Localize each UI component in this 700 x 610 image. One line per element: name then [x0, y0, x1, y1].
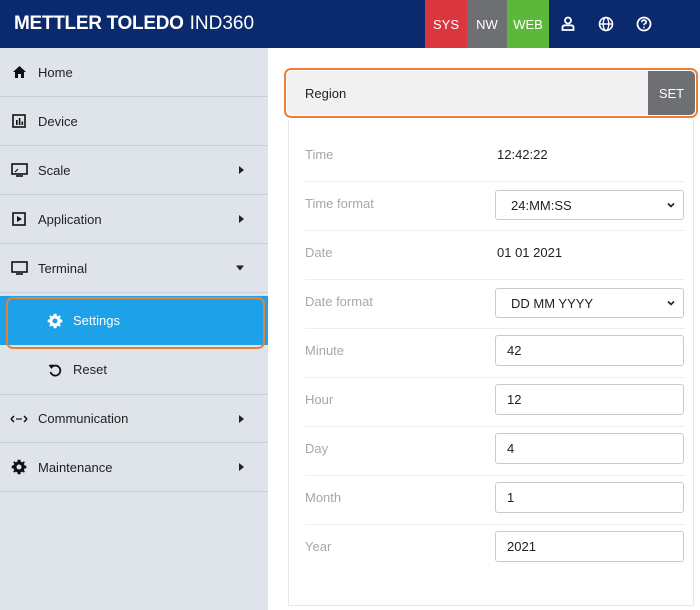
sidebar-item-application[interactable]: Application	[0, 195, 268, 244]
gear-icon	[47, 313, 63, 329]
sidebar-item-scale[interactable]: Scale	[0, 146, 268, 195]
user-icon	[561, 16, 575, 31]
time-format-row: Time format 24:MM:SS	[305, 182, 685, 231]
device-chart-icon	[10, 112, 28, 130]
sidebar-subitem-reset[interactable]: Reset	[0, 345, 268, 394]
year-row: Year 2021	[305, 525, 685, 574]
minute-row: Minute 42	[305, 329, 685, 378]
chevron-down-icon	[236, 265, 244, 271]
sidebar-item-label: Reset	[73, 362, 107, 377]
user-button[interactable]	[549, 0, 587, 48]
month-label: Month	[305, 490, 342, 505]
sidebar-item-label: Home	[38, 64, 73, 80]
terminal-monitor-icon	[10, 259, 28, 277]
region-settings-panel: Time 12:42:22 Time format 24:MM:SS Date …	[288, 120, 694, 606]
home-icon	[10, 63, 28, 81]
top-header-bar: METTLER TOLEDO IND360 SYS NW WEB	[0, 0, 700, 48]
date-format-select[interactable]: DD MM YYYY	[495, 288, 684, 318]
date-value: 01 01 2021	[497, 245, 563, 260]
time-row: Time 12:42:22	[305, 133, 685, 182]
chevron-right-icon	[239, 166, 244, 174]
time-format-label: Time format	[305, 196, 374, 211]
sidebar: Home Device Scale Application Terminal S…	[0, 48, 268, 610]
minute-label: Minute	[305, 343, 345, 358]
set-button[interactable]: SET	[648, 71, 695, 115]
region-section-header: Region SET	[287, 71, 695, 115]
day-input[interactable]: 4	[495, 433, 684, 464]
chevron-right-icon	[239, 215, 244, 223]
sidebar-item-label: Terminal	[38, 260, 88, 276]
sidebar-item-device[interactable]: Device	[0, 97, 268, 146]
sidebar-item-communication[interactable]: Communication	[0, 394, 268, 443]
help-button[interactable]	[625, 0, 663, 48]
sidebar-item-label: Settings	[73, 313, 120, 328]
application-play-icon	[10, 210, 28, 228]
day-row: Day 4	[305, 427, 685, 476]
sidebar-item-maintenance[interactable]: Maintenance	[0, 443, 268, 492]
minute-input[interactable]: 42	[495, 335, 684, 366]
time-format-select[interactable]: 24:MM:SS	[495, 190, 684, 220]
brand: METTLER TOLEDO IND360	[0, 0, 425, 48]
month-row: Month 1	[305, 476, 685, 525]
sidebar-item-label: Application	[38, 211, 102, 227]
sys-button[interactable]: SYS	[425, 0, 467, 48]
help-icon	[636, 16, 652, 32]
sidebar-item-label: Scale	[38, 162, 71, 178]
date-row: Date 01 01 2021	[305, 231, 685, 280]
date-label: Date	[305, 245, 333, 260]
sidebar-item-label: Communication	[38, 411, 129, 426]
time-label: Time	[305, 147, 334, 162]
web-button[interactable]: WEB	[507, 0, 549, 48]
date-format-value: DD MM YYYY	[511, 295, 594, 311]
time-format-value: 24:MM:SS	[511, 197, 572, 213]
language-button[interactable]	[587, 0, 625, 48]
date-format-row: Date format DD MM YYYY	[305, 280, 685, 329]
sidebar-subitem-settings[interactable]: Settings	[0, 296, 268, 345]
year-input[interactable]: 2021	[495, 531, 684, 562]
date-format-label: Date format	[305, 294, 373, 309]
hour-input[interactable]: 12	[495, 384, 684, 415]
sidebar-item-home[interactable]: Home	[0, 48, 268, 97]
year-label: Year	[305, 539, 332, 554]
globe-icon	[598, 16, 614, 32]
sidebar-item-terminal[interactable]: Terminal	[0, 244, 268, 293]
communication-arrows-icon	[10, 410, 28, 428]
brand-logo: METTLER TOLEDO	[14, 13, 184, 34]
sidebar-item-label: Device	[38, 113, 78, 129]
month-input[interactable]: 1	[495, 482, 684, 513]
device-model: IND360	[189, 13, 255, 34]
day-label: Day	[305, 441, 329, 456]
sidebar-item-label: Maintenance	[38, 459, 113, 475]
maintenance-gear-icon	[10, 458, 28, 476]
time-value: 12:42:22	[497, 147, 548, 162]
scale-display-icon	[10, 161, 28, 179]
chevron-down-icon	[667, 300, 675, 306]
nw-button[interactable]: NW	[467, 0, 507, 48]
chevron-down-icon	[667, 202, 675, 208]
hour-row: Hour 12	[305, 378, 685, 427]
chevron-right-icon	[239, 414, 244, 423]
hour-label: Hour	[305, 392, 334, 407]
reset-icon	[47, 362, 63, 378]
chevron-right-icon	[239, 463, 244, 471]
region-title: Region	[305, 85, 347, 101]
